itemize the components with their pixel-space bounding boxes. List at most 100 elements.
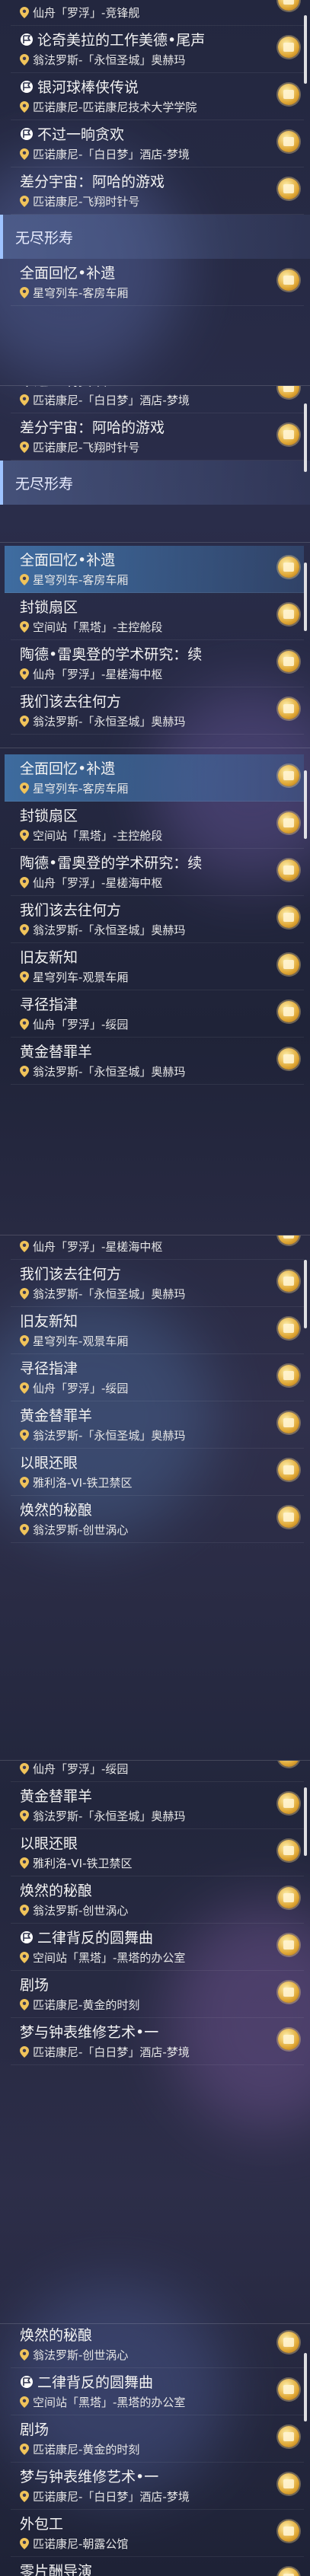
quest-location-text: 翁法罗斯-「永恒圣城」奥赫玛 (33, 1429, 186, 1443)
location-pin-icon (20, 1334, 33, 1348)
quest-location: 仙舟「罗浮」-竞锋舰 (20, 5, 139, 21)
quest-title-text: 封锁扇区 (20, 808, 78, 824)
quest-list-panel: 陶德•雷奥登的学术研究：续仙舟「罗浮」-星槎海中枢我们该去往何方翁法罗斯-「永恒… (0, 1235, 310, 1761)
quest-list: 全面回忆•补遗 星穹列车-客房车厢封锁扇区空间站「黑塔」-主控舱段陶德•雷奥登的学… (0, 754, 310, 1085)
quest-item-huangjin[interactable]: 黄金替罪羊 翁法罗斯-「永恒圣城」奥赫玛 (11, 1401, 304, 1449)
quest-item-erlv[interactable]: 二律背反的圆舞曲 空间站「黑塔」-黑塔的办公室 (11, 1924, 304, 1971)
quest-title: 陶德•雷奥登的学术研究：续 (20, 854, 202, 872)
location-pin-icon (20, 1809, 33, 1823)
quest-item-chaifen[interactable]: 差分宇宙：阿哈的游戏 匹诺康尼-飞翔时针号 (11, 413, 304, 461)
quest-item-taoqi[interactable]: 陶德•雷奥登的学术研究：续仙舟「罗浮」-星槎海中枢 (11, 640, 304, 687)
quest-title: 我们该去往何方 (20, 1265, 121, 1283)
quest-item-women[interactable]: 我们该去往何方 翁法罗斯-「永恒圣城」奥赫玛 (11, 896, 304, 943)
quest-title: 二律背反的圆舞曲 (20, 1929, 153, 1947)
quest-title-text: 以眼还眼 (20, 1455, 78, 1471)
quest-title-text: 黄金替罪羊 (20, 1788, 93, 1805)
list-scrollbar[interactable] (304, 15, 307, 84)
list-scrollbar[interactable] (304, 1787, 307, 1856)
quest-title: 封锁扇区 (20, 598, 78, 617)
quest-location: 翁法罗斯-「永恒圣城」奥赫玛 (20, 1428, 185, 1443)
reward-badge-icon (278, 1270, 299, 1292)
quest-item-buguo[interactable]: 不过一晌贪欢匹诺康尼-「白日梦」酒店-梦境 (11, 386, 304, 413)
reward-badge-icon (278, 1934, 299, 1956)
quest-title-text: 陶德•雷奥登的学术研究：续 (20, 646, 203, 663)
quest-item-quanmian[interactable]: 全面回忆•补遗 星穹列车-客房车厢 (5, 546, 304, 593)
quest-list-panel: 寻径指津仙舟「罗浮」-绥园黄金替罪羊翁法罗斯-「永恒圣城」奥赫玛以眼还眼雅利洛-… (0, 1760, 310, 2324)
reward-badge-icon (278, 1761, 299, 1767)
list-scrollbar[interactable] (304, 403, 307, 472)
quest-item-xunjing[interactable]: 寻径指津仙舟「罗浮」-绥园 (11, 1761, 304, 1782)
quest-list: 全面回忆•补遗 星穹列车-客房车厢 封锁扇区 空间站「黑塔」-主控舱段 陶德•雷奥登的学… (0, 546, 310, 735)
location-pin-icon (20, 876, 33, 890)
quest-item-chaifen[interactable]: 差分宇宙：阿哈的游戏 匹诺康尼-飞翔时针号 (11, 167, 304, 215)
quest-item-xunjing[interactable]: 寻径指津仙舟「罗浮」-绥园 (11, 990, 304, 1038)
reward-badge-icon (278, 812, 299, 834)
quest-title: 不过一晌贪欢 (20, 126, 124, 144)
location-pin-icon (20, 1065, 33, 1079)
quest-item-juchang[interactable]: 剧场 匹诺康尼-黄金的时刻 (11, 2415, 304, 2463)
quest-item-taoqi[interactable]: 陶德•雷奥登的学术研究：续仙舟「罗浮」-星槎海中枢 (11, 1235, 304, 1260)
quest-category-header[interactable]: 无尽形寿 (0, 461, 310, 505)
list-scrollbar[interactable] (304, 770, 307, 839)
quest-item-xianzhou_dui[interactable]: 仙舟「罗浮」-竞锋舰 (11, 0, 304, 26)
quest-title-text: 梦与钟表维修艺术•一 (20, 2469, 159, 2485)
quest-item-fengsuo[interactable]: 封锁扇区空间站「黑塔」-主控舱段 (11, 802, 304, 849)
list-scrollbar[interactable] (304, 1260, 307, 1328)
quest-item-xunjing[interactable]: 寻径指津仙舟「罗浮」-绥园 (11, 1354, 304, 1401)
quest-location-text: 雅利洛-VI-铁卫禁区 (33, 1857, 133, 1870)
quest-item-huangjin[interactable]: 黄金替罪羊 翁法罗斯-「永恒圣城」奥赫玛 (11, 1038, 304, 1085)
quest-list-panel: 焕然的秘酿 翁法罗斯-创世涡心 二律背反的圆舞曲 空间站「黑塔」-黑塔的办公室 剧场 匹诺… (0, 2323, 310, 2576)
quest-item-fengsuo[interactable]: 封锁扇区 空间站「黑塔」-主控舱段 (11, 593, 304, 640)
quest-item-buguo[interactable]: 不过一晌贪欢匹诺康尼-「白日梦」酒店-梦境 (11, 120, 304, 167)
quest-location-text: 翁法罗斯-「永恒圣城」奥赫玛 (33, 715, 186, 728)
quest-list: 不过一晌贪欢匹诺康尼-「白日梦」酒店-梦境差分宇宙：阿哈的游戏匹诺康尼-飞翔时针… (0, 386, 310, 505)
quest-item-taoqi[interactable]: 陶德•雷奥登的学术研究：续仙舟「罗浮」-星槎海中枢 (11, 849, 304, 896)
location-pin-icon (20, 971, 33, 984)
list-scrollbar[interactable] (304, 563, 307, 631)
quest-location-text: 仙舟「罗浮」-星槎海中枢 (33, 1240, 163, 1254)
quest-list-panel: 全面回忆•补遗 星穹列车-客房车厢封锁扇区空间站「黑塔」-主控舱段陶德•雷奥登的学… (0, 748, 310, 1235)
quest-item-women[interactable]: 我们该去往何方 翁法罗斯-「永恒圣城」奥赫玛 (11, 687, 304, 735)
quest-item-jiuyou[interactable]: 旧友新知 星穹列车-观景车厢 (11, 1307, 304, 1354)
quest-title-text: 不过一晌贪欢 (37, 126, 125, 143)
quest-item-huangjin[interactable]: 黄金替罪羊 翁法罗斯-「永恒圣城」奥赫玛 (11, 1782, 304, 1829)
quest-item-yiyan[interactable]: 以眼还眼 雅利洛-VI-铁卫禁区 (11, 1449, 304, 1496)
reward-badge-icon (278, 1981, 299, 2003)
quest-item-lunqi[interactable]: 论奇美拉的工作美德•尾声 翁法罗斯-「永恒圣城」奥赫玛 (11, 26, 304, 73)
quest-title: 焕然的秘酿 (20, 1882, 92, 1900)
quest-title-text: 差分宇宙：阿哈的游戏 (20, 419, 165, 436)
quest-item-jiuyou[interactable]: 旧友新知 星穹列车-观景车厢 (11, 943, 304, 990)
reward-badge-icon (278, 2568, 299, 2576)
quest-title-text: 不过一晌贪欢 (20, 386, 107, 389)
location-pin-icon (20, 2396, 33, 2409)
quest-location: 翁法罗斯-「永恒圣城」奥赫玛 (20, 714, 185, 729)
quest-location-text: 空间站「黑塔」-主控舱段 (33, 829, 163, 843)
quest-location-text: 空间站「黑塔」-黑塔的办公室 (33, 2396, 186, 2409)
quest-category-header[interactable]: 无尽形寿 (0, 215, 310, 259)
quest-location-text: 翁法罗斯-「永恒圣城」奥赫玛 (33, 1287, 186, 1301)
quest-item-erlv[interactable]: 二律背反的圆舞曲 空间站「黑塔」-黑塔的办公室 (11, 2368, 304, 2415)
quest-location: 匹诺康尼-黄金的时刻 (20, 2442, 139, 2457)
quest-item-mengyu[interactable]: 梦与钟表维修艺术•一 匹诺康尼-「白日梦」酒店-梦境 (11, 2463, 304, 2510)
quest-item-mengyu[interactable]: 梦与钟表维修艺术•一 匹诺康尼-「白日梦」酒店-梦境 (11, 2018, 304, 2065)
quest-item-quanmian[interactable]: 全面回忆•补遗 星穹列车-客房车厢 (11, 259, 304, 306)
quest-item-huanran[interactable]: 焕然的秘酿 翁法罗斯-创世涡心 (11, 1496, 304, 1543)
quest-item-waibao[interactable]: 外包工 匹诺康尼-朝露公馆 (11, 2510, 304, 2557)
quest-item-quanmian[interactable]: 全面回忆•补遗 星穹列车-客房车厢 (5, 754, 304, 802)
list-scrollbar[interactable] (304, 2353, 307, 2421)
quest-title: 寻径指津 (20, 1360, 78, 1378)
quest-title: 银河球棒侠传说 (20, 78, 139, 97)
reward-badge-icon (278, 1887, 299, 1908)
quest-item-huanran[interactable]: 焕然的秘酿 翁法罗斯-创世涡心 (11, 1876, 304, 1924)
quest-item-huanran[interactable]: 焕然的秘酿 翁法罗斯-创世涡心 (11, 2324, 304, 2368)
quest-location-text: 翁法罗斯-「永恒圣城」奥赫玛 (33, 53, 186, 67)
quest-item-women[interactable]: 我们该去往何方翁法罗斯-「永恒圣城」奥赫玛 (11, 1260, 304, 1307)
quest-item-lingpian[interactable]: 零片酬导演匹诺康尼-克劳克影视乐园 (11, 2557, 304, 2576)
location-pin-icon (20, 286, 33, 300)
reward-badge-icon (278, 2332, 299, 2353)
quest-item-juchang[interactable]: 剧场 匹诺康尼-黄金的时刻 (11, 1971, 304, 2018)
location-pin-icon (20, 829, 33, 843)
quest-title-text: 旧友新知 (20, 1313, 78, 1330)
quest-item-yinhe[interactable]: 银河球棒侠传说 匹诺康尼-匹诺康尼技术大学学院 (11, 73, 304, 120)
quest-item-yiyan[interactable]: 以眼还眼 雅利洛-VI-铁卫禁区 (11, 1829, 304, 1876)
